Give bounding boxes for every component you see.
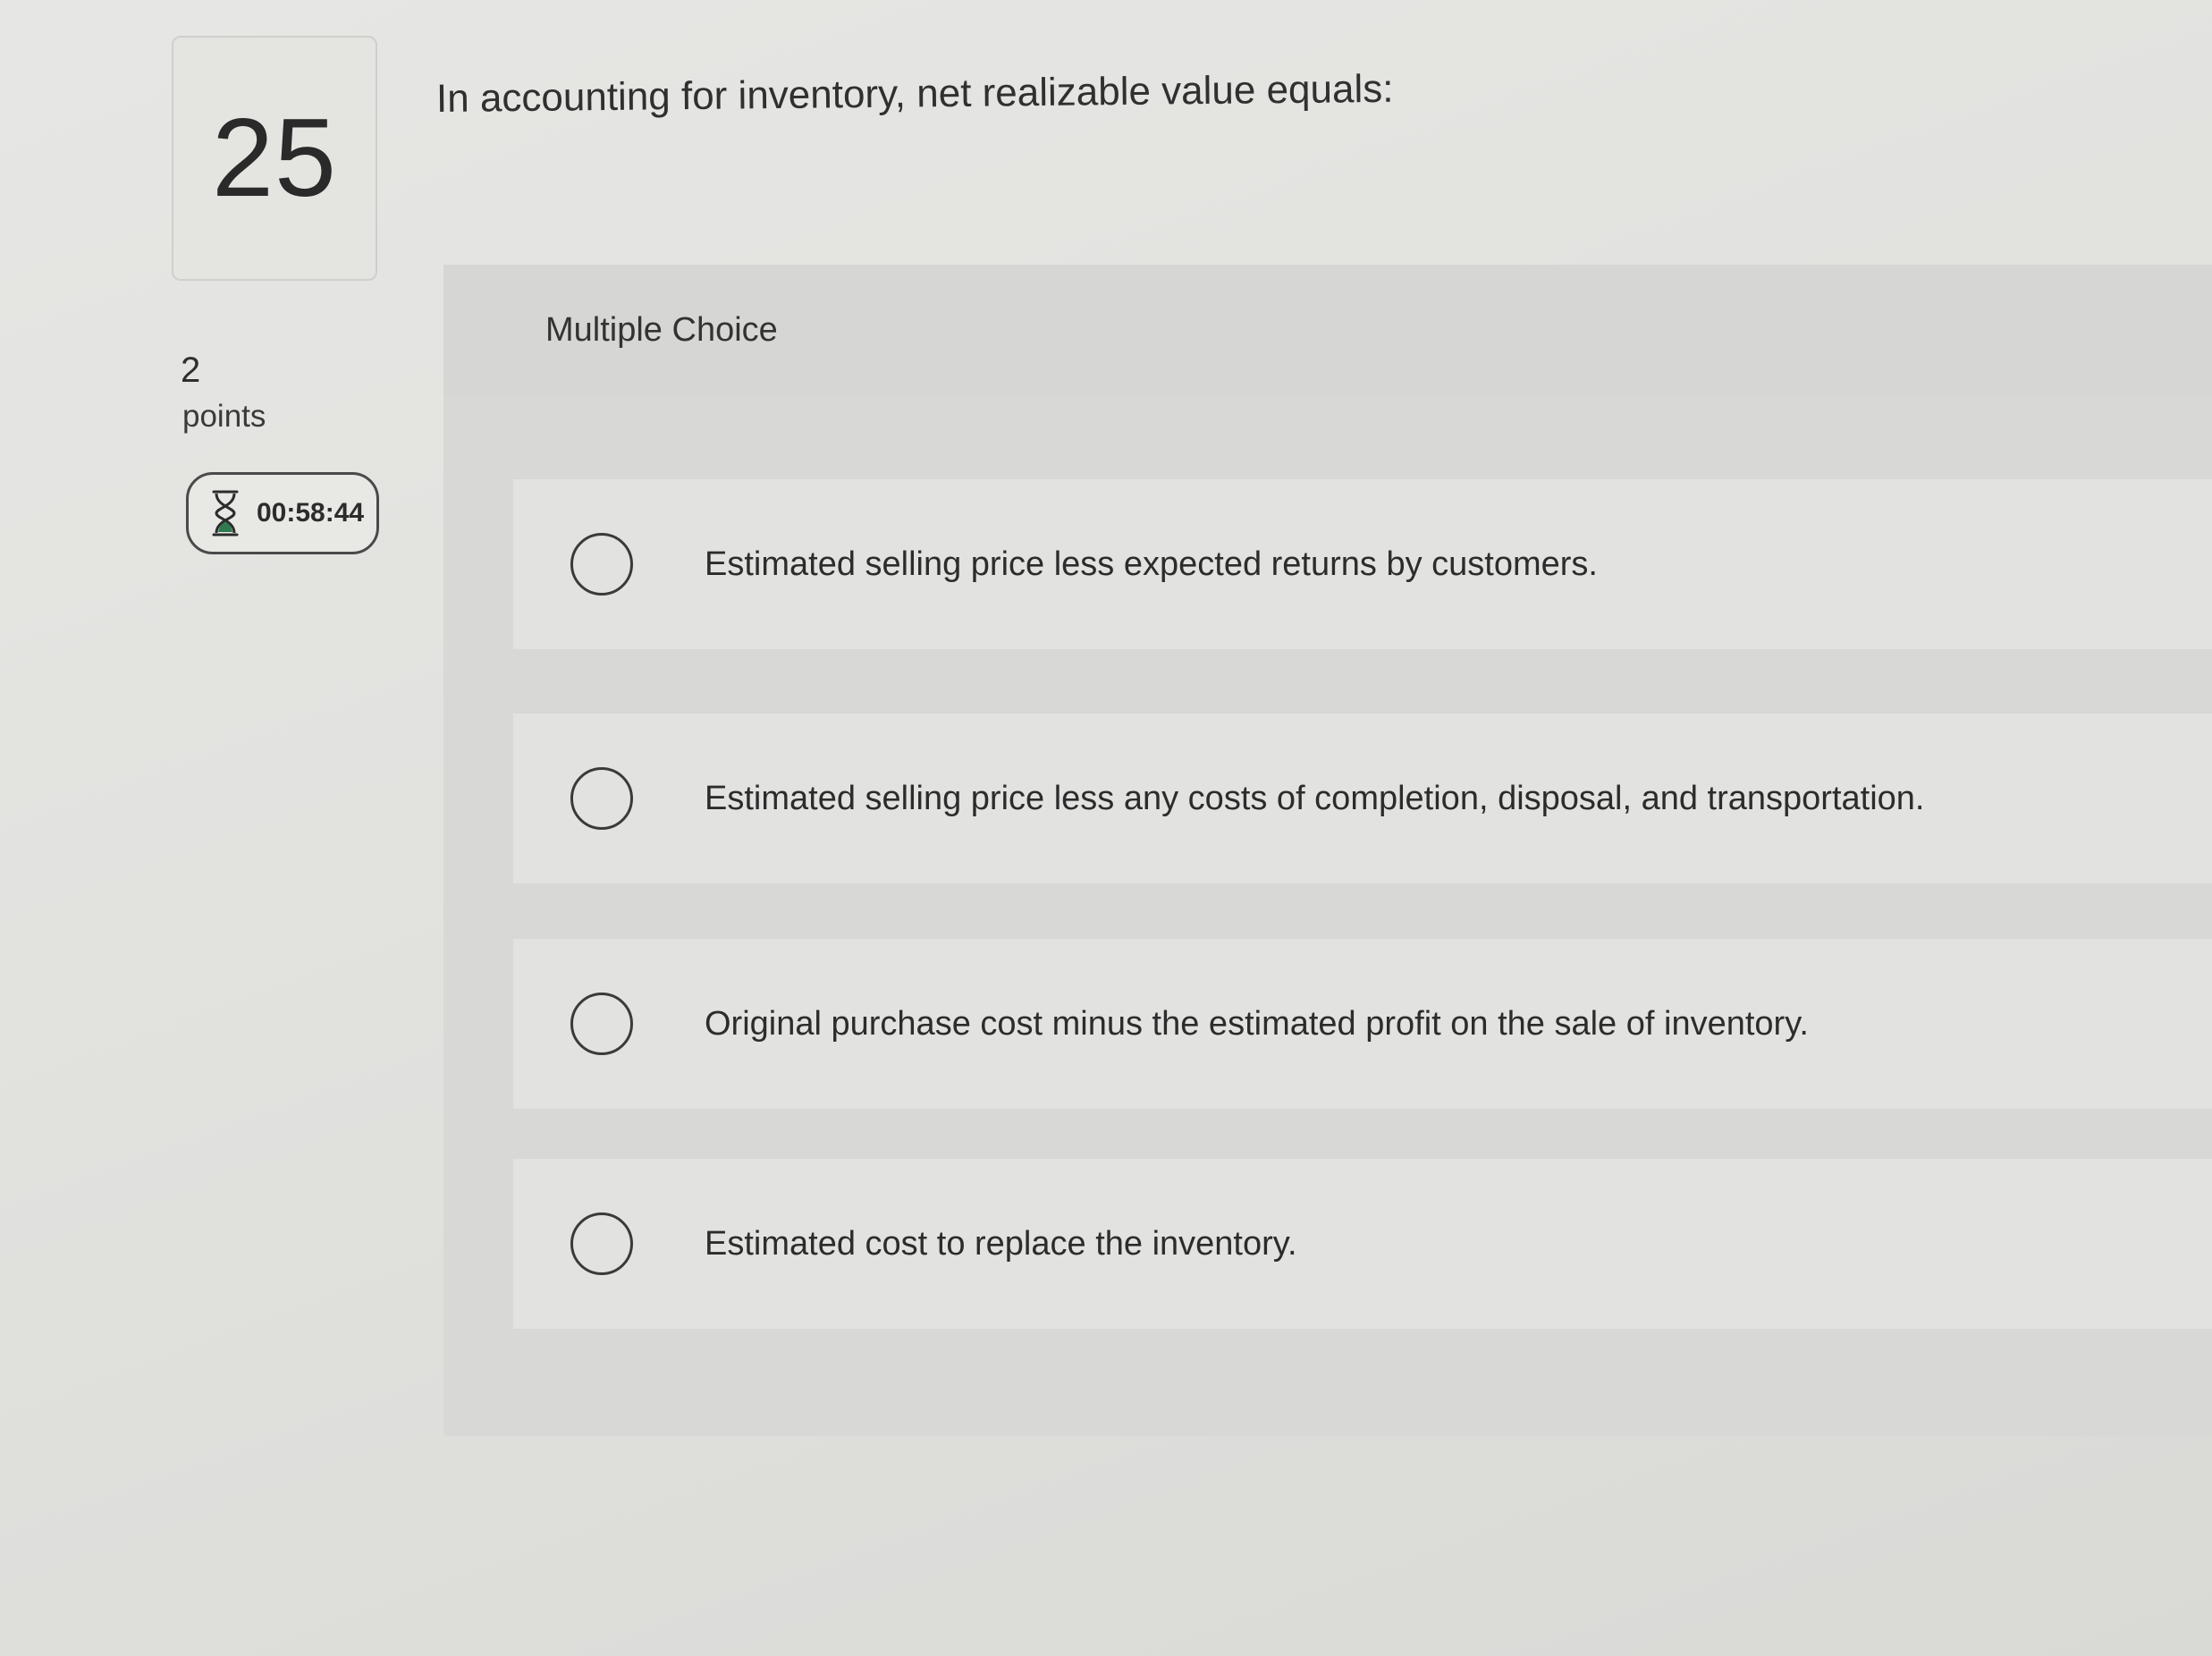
question-number-box: 25 <box>172 36 377 281</box>
multiple-choice-header: Multiple Choice <box>443 265 2212 397</box>
answer-option[interactable]: Estimated selling price less expected re… <box>513 479 2212 649</box>
points-label: points <box>182 399 266 434</box>
timer-badge: 00:58:44 <box>186 472 379 554</box>
multiple-choice-label: Multiple Choice <box>545 311 778 349</box>
answer-option-label: Original purchase cost minus the estimat… <box>705 1004 1809 1043</box>
question-number: 25 <box>212 97 337 220</box>
answer-option[interactable]: Original purchase cost minus the estimat… <box>513 939 2212 1109</box>
answer-option-label: Estimated selling price less any costs o… <box>705 779 1925 817</box>
radio-button[interactable] <box>570 767 633 830</box>
answer-option-label: Estimated selling price less expected re… <box>705 545 1598 583</box>
radio-button[interactable] <box>570 993 633 1055</box>
answer-option-label: Estimated cost to replace the inventory. <box>705 1224 1297 1263</box>
answer-option[interactable]: Estimated cost to replace the inventory. <box>513 1159 2212 1329</box>
points-value: 2 <box>181 351 201 390</box>
timer-text: 00:58:44 <box>257 498 365 528</box>
radio-button[interactable] <box>570 533 633 596</box>
multiple-choice-panel: Multiple Choice Estimated selling price … <box>443 265 2212 1436</box>
question-text: In accounting for inventory, net realiza… <box>435 66 1394 121</box>
answer-option[interactable]: Estimated selling price less any costs o… <box>513 714 2212 883</box>
hourglass-icon <box>212 490 239 537</box>
radio-button[interactable] <box>570 1212 633 1275</box>
